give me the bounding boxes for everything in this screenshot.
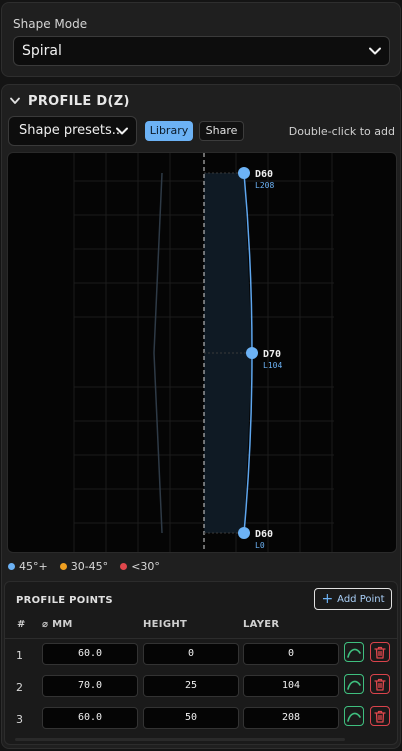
double-click-hint: Double-click to add <box>288 125 395 138</box>
row-number: 1 <box>16 649 23 662</box>
smooth-curve-button[interactable] <box>344 642 364 662</box>
smooth-curve-button[interactable] <box>344 674 364 694</box>
point-diameter-label: D60 <box>255 169 273 180</box>
trash-icon <box>374 646 386 659</box>
profile-point-handle[interactable] <box>238 167 250 179</box>
chevron-down-icon <box>116 127 128 135</box>
legend-label: 30-45° <box>70 560 109 573</box>
profile-section-header[interactable]: PROFILE D(Z) <box>10 93 130 109</box>
legend-item: <30° <box>120 560 160 573</box>
profile-points-section: PROFILE POINTS + Add Point # ⌀ MM HEIGHT… <box>4 581 398 745</box>
point-diameter-label: D70 <box>263 349 281 360</box>
delete-point-button[interactable] <box>370 674 390 694</box>
trash-icon <box>374 710 386 723</box>
table-row: 2 70.0 25 104 <box>5 671 397 703</box>
legend-label: <30° <box>131 560 160 573</box>
curve-icon <box>347 680 361 690</box>
profile-panel: PROFILE D(Z) Shape presets... Library Sh… <box>1 84 401 749</box>
row-number: 2 <box>16 681 23 694</box>
add-point-label: Add Point <box>337 593 385 605</box>
smooth-curve-button[interactable] <box>344 706 364 726</box>
height-input[interactable]: 0 <box>143 643 239 665</box>
shape-mode-label: Shape Mode <box>13 17 88 31</box>
profile-points-title: PROFILE POINTS <box>16 595 113 606</box>
profile-canvas-svg[interactable]: D60 L208 D70 L104 D60 L0 <box>8 153 397 553</box>
table-row: 3 60.0 50 208 <box>5 703 397 735</box>
point-layer-label: L104 <box>263 361 282 370</box>
delete-point-button[interactable] <box>370 706 390 726</box>
height-input[interactable]: 25 <box>143 675 239 697</box>
shape-mode-value: Spiral <box>22 43 62 59</box>
diameter-input[interactable]: 70.0 <box>42 675 138 697</box>
profile-canvas[interactable]: D60 L208 D70 L104 D60 L0 <box>7 152 397 553</box>
row-number: 3 <box>16 713 23 726</box>
layer-input[interactable]: 0 <box>243 643 339 665</box>
delete-point-button[interactable] <box>370 642 390 662</box>
profile-point-handle[interactable] <box>246 347 258 359</box>
profile-point-handle[interactable] <box>238 527 250 539</box>
angle-legend: 45°+ 30-45° <30° <box>8 560 160 573</box>
legend-dot <box>120 563 128 570</box>
diameter-input[interactable]: 60.0 <box>42 707 138 729</box>
layer-input[interactable]: 104 <box>243 675 339 697</box>
library-button[interactable]: Library <box>145 121 193 141</box>
legend-label: 45°+ <box>19 560 48 573</box>
curve-icon <box>347 648 361 658</box>
point-diameter-label: D60 <box>255 529 273 540</box>
legend-dot <box>59 563 67 570</box>
legend-dot <box>8 563 15 570</box>
legend-item: 30-45° <box>59 560 109 573</box>
layer-input[interactable]: 208 <box>243 707 339 729</box>
add-point-button[interactable]: + Add Point <box>314 588 392 610</box>
diameter-input[interactable]: 60.0 <box>42 643 138 665</box>
point-layer-label: L208 <box>255 181 274 190</box>
height-input[interactable]: 50 <box>143 707 239 729</box>
column-header-height: HEIGHT <box>143 619 188 630</box>
mirror-profile-line <box>153 172 163 534</box>
table-row: 1 60.0 0 0 <box>5 639 397 671</box>
share-button[interactable]: Share <box>199 121 244 141</box>
column-header-number: # <box>17 619 26 630</box>
column-header-diameter: ⌀ MM <box>42 619 73 630</box>
chevron-down-icon <box>369 47 381 55</box>
column-header-layer: LAYER <box>243 619 280 630</box>
horizontal-scrollbar[interactable] <box>15 738 345 741</box>
shape-mode-panel: Shape Mode Spiral <box>1 2 401 77</box>
chevron-down-icon <box>10 97 20 104</box>
shape-mode-select[interactable]: Spiral <box>13 36 390 66</box>
plus-icon: + <box>321 591 334 607</box>
trash-icon <box>374 678 386 691</box>
point-layer-label: L0 <box>255 541 265 550</box>
curve-icon <box>347 712 361 722</box>
legend-item: 45°+ <box>8 560 48 573</box>
shape-presets-select[interactable]: Shape presets... <box>8 116 137 146</box>
profile-title: PROFILE D(Z) <box>28 93 130 109</box>
shape-presets-value: Shape presets... <box>19 123 125 138</box>
